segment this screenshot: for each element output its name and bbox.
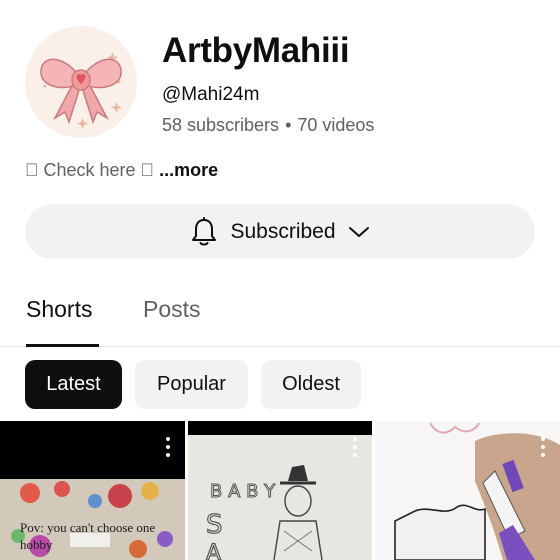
short-thumbnail[interactable]: [375, 421, 560, 560]
chip-latest[interactable]: Latest: [25, 360, 122, 409]
short-thumbnail[interactable]: Pov: you can't choose one hobby: [0, 421, 185, 560]
channel-handle: @Mahi24m: [162, 84, 260, 105]
bow-icon: [40, 52, 122, 129]
short-overlay-text: Pov: you can't choose one hobby: [20, 520, 156, 552]
subscribed-button[interactable]: Subscribed: [25, 204, 535, 259]
channel-name: ArtbyMahiii: [162, 31, 350, 70]
svg-text:B A B Y: B A B Y: [210, 481, 276, 502]
channel-avatar[interactable]: [25, 26, 137, 138]
video-count: 70 videos: [297, 115, 375, 135]
description-text:   Check here  : [25, 160, 160, 180]
chip-oldest[interactable]: Oldest: [261, 360, 361, 409]
meta-separator: •: [285, 115, 292, 135]
short-thumbnail[interactable]: B A B Y S A: [188, 421, 372, 560]
subscribed-label: Subscribed: [230, 219, 336, 243]
chip-popular[interactable]: Popular: [135, 360, 248, 409]
more-vert-icon[interactable]: [540, 437, 546, 459]
channel-tabs: Shorts Posts: [0, 292, 560, 347]
svg-text:S: S: [206, 510, 223, 540]
tab-posts[interactable]: Posts: [143, 296, 201, 323]
marker-photo: [394, 422, 560, 560]
subscriber-count: 58 subscribers: [162, 115, 280, 135]
channel-description[interactable]:   Check here   ...more: [25, 160, 218, 181]
sketch-drawing: B A B Y S A: [188, 421, 372, 560]
tab-shorts[interactable]: Shorts: [26, 296, 92, 323]
chevron-down-icon: [348, 226, 369, 237]
svg-text:A: A: [206, 541, 221, 560]
more-vert-icon[interactable]: [352, 437, 358, 459]
tab-selected-indicator: [26, 344, 99, 347]
bell-icon: [192, 216, 217, 245]
channel-stats: 58 subscribers • 70 videos: [162, 115, 374, 136]
more-link[interactable]: ...more: [159, 160, 218, 180]
more-vert-icon[interactable]: [165, 437, 171, 459]
